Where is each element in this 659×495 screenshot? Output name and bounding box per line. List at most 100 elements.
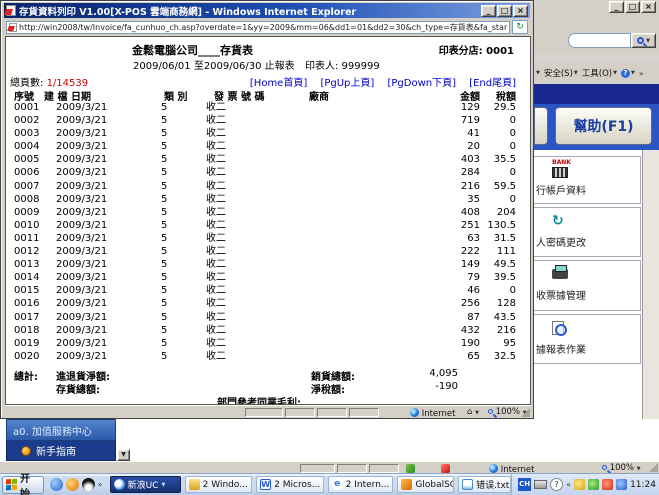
qq-penguin-icon[interactable]	[82, 478, 95, 491]
cell-vendor	[304, 114, 420, 127]
language-indicator[interactable]: CH	[518, 478, 531, 491]
cell-tax: 32.5	[480, 350, 516, 363]
beginner-guide-item[interactable]: 新手指南	[6, 441, 116, 461]
cell-invoice: 收二	[204, 101, 304, 114]
popup-statusbar: Internet ⌂ ▼ 100% ▼	[5, 405, 531, 418]
cell-type: 5	[156, 337, 204, 350]
cell-amount: 403	[420, 153, 480, 166]
bg-close-button[interactable]: ×	[641, 1, 656, 13]
cell-type: 5	[156, 311, 204, 324]
sidebar-item-report-operations[interactable]: 據報表作業	[533, 314, 641, 364]
search-input[interactable]	[568, 33, 631, 48]
start-button[interactable]: 开始	[2, 476, 44, 494]
tray-icon[interactable]	[616, 479, 627, 490]
cell-tax: 39.5	[480, 271, 516, 284]
scroll-down-arrow-button[interactable]: ▼	[117, 449, 130, 461]
globe-icon	[489, 464, 498, 473]
chevron-down-icon: ▼	[646, 38, 650, 44]
cell-amount: 408	[420, 206, 480, 219]
word-icon: W	[260, 479, 271, 490]
toolbar-overflow-chevron[interactable]: »	[639, 69, 644, 78]
ie-icon: e	[332, 479, 343, 490]
search-button[interactable]: ▼	[631, 33, 656, 48]
popup-titlebar[interactable]: 存貨資料列印 V1.00[X-POS 雲端商務網] - Windows Inte…	[4, 3, 530, 18]
sidebar-item-password-change[interactable]: ↻ 人密碼更改	[533, 207, 641, 257]
popup-minimize-button[interactable]: _	[481, 5, 496, 17]
table-row: 0006 2009/3/21 5 收二 284 0	[6, 166, 530, 179]
cell-amount: 251	[420, 219, 480, 232]
cell-vendor	[304, 232, 420, 245]
cell-date: 2009/3/21	[56, 337, 156, 350]
printer-tray-icon[interactable]	[534, 480, 547, 489]
task-button-windows-group[interactable]: 2 Windo...▼	[185, 476, 253, 493]
sidebar-item-bank-account[interactable]: BANK 行帳戶資料	[533, 156, 641, 204]
cell-invoice: 收二	[204, 337, 304, 350]
messenger-icon[interactable]	[66, 478, 79, 491]
help-tray-icon[interactable]: ?	[550, 478, 563, 491]
windows-logo-icon	[6, 479, 17, 491]
cell-invoice: 收二	[204, 153, 304, 166]
cell-type: 5	[156, 297, 204, 310]
cell-tax: 0	[480, 166, 516, 179]
task-button-word-group[interactable]: W 2 Micros...▼	[256, 476, 324, 493]
menu-tools[interactable]: 工具(O)▼	[582, 67, 617, 79]
popup-close-button[interactable]: ×	[513, 5, 528, 17]
cell-seq: 0010	[6, 219, 56, 232]
bg-minimize-button[interactable]: _	[609, 1, 624, 13]
cell-invoice: 收二	[204, 324, 304, 337]
address-input[interactable]	[6, 21, 510, 34]
popup-maximize-button[interactable]: □	[497, 5, 512, 17]
cell-vendor	[304, 337, 420, 350]
task-button-sina-uc[interactable]: 新浪UC▼	[110, 476, 181, 493]
sidebar-item-receipt-management[interactable]: 收票據管理	[533, 260, 641, 311]
quick-launch-overflow-chevron[interactable]: »	[98, 480, 103, 489]
clock[interactable]: 11:24	[630, 480, 656, 490]
zoom-control[interactable]: 100% ▼	[602, 463, 641, 473]
tray-icon[interactable]	[602, 479, 613, 490]
menu-safety[interactable]: 安全(S)▼	[544, 67, 578, 79]
table-row: 0002 2009/3/21 5 收二 719 0	[6, 114, 530, 127]
bg-restore-button[interactable]: □	[625, 1, 640, 13]
service-center-header[interactable]: a0. 加值服務中心	[6, 419, 116, 441]
cell-vendor	[304, 101, 420, 114]
cell-vendor	[304, 127, 420, 140]
sidebar-item-label: 人密碼更改	[534, 234, 640, 249]
cell-type: 5	[156, 271, 204, 284]
system-tray: CH ? « 11:24	[511, 474, 659, 495]
resize-grip[interactable]	[649, 463, 658, 472]
refresh-icon[interactable]: ↻	[512, 20, 528, 34]
cell-type: 5	[156, 114, 204, 127]
task-button-ie-group[interactable]: e 2 Intern...▼	[328, 476, 394, 493]
statusbar-cell	[337, 464, 367, 473]
window-title: 存貨資料列印 V1.00[X-POS 雲端商務網] - Windows Inte…	[19, 4, 478, 18]
cell-amount: 129	[420, 101, 480, 114]
command-bar: ▼ 安全(S)▼ 工具(O)▼ ?▼ »	[534, 62, 659, 84]
statusbar-cell	[285, 408, 315, 417]
media-player-icon[interactable]	[50, 478, 63, 491]
total-pages: 總頁數: 1/14539	[10, 74, 88, 89]
menu-help[interactable]: ?▼	[621, 69, 635, 78]
cell-amount: 35	[420, 193, 480, 206]
help-f1-button[interactable]: 幫助(F1)	[555, 107, 652, 145]
cell-type: 5	[156, 350, 204, 363]
cell-amount: 87	[420, 311, 480, 324]
table-row: 0001 2009/3/21 5 收二 129 29.5	[6, 101, 530, 114]
cell-invoice: 收二	[204, 311, 304, 324]
tray-icon[interactable]	[588, 479, 599, 490]
nav-pgdown-link[interactable]: [PgDown下頁]	[387, 78, 456, 89]
cell-seq: 0004	[6, 140, 56, 153]
protected-mode-control[interactable]: ⌂ ▼	[467, 407, 479, 417]
cell-seq: 0017	[6, 311, 56, 324]
tray-collapse-chevron[interactable]: «	[566, 480, 571, 489]
cell-tax: 204	[480, 206, 516, 219]
cell-invoice: 收二	[204, 127, 304, 140]
cell-vendor	[304, 350, 420, 363]
task-button-globalscan[interactable]: GlobalSCA...	[397, 476, 454, 493]
partial-button[interactable]	[534, 107, 548, 145]
background-toolbar-row	[534, 14, 659, 30]
bank-icon	[552, 167, 568, 178]
task-button-error-txt[interactable]: 错误.txt ...	[458, 476, 511, 493]
resize-grip[interactable]	[521, 408, 530, 417]
dept-note: 部門參考同業毛利:	[217, 394, 301, 405]
tray-icon[interactable]	[574, 479, 585, 490]
